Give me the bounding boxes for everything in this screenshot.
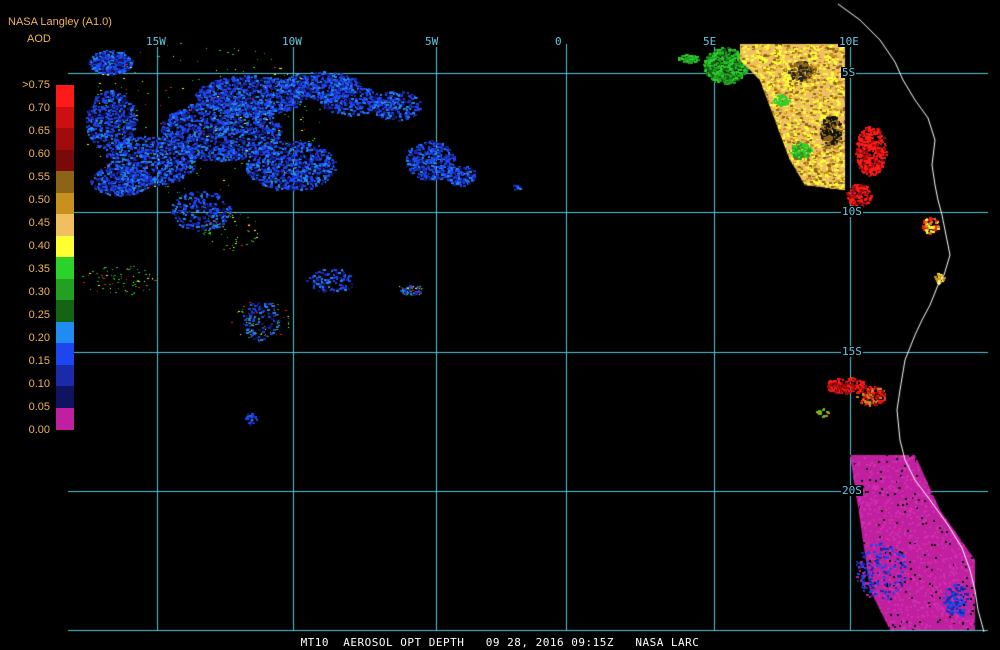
legend-swatch [56, 106, 74, 129]
legend-label: 0.65 [28, 125, 50, 137]
legend-swatch [56, 235, 74, 258]
longitude-label: 10W [281, 35, 303, 48]
legend-swatch [56, 321, 74, 344]
latitude-label: 20S [841, 484, 863, 497]
legend-swatch [56, 85, 74, 107]
legend-label: 0.05 [28, 401, 50, 413]
legend-label: 0.15 [28, 355, 50, 367]
legend-label: 0.00 [28, 424, 50, 436]
longitude-label: 15W [145, 35, 167, 48]
legend-swatch [56, 214, 74, 236]
legend-label: 0.55 [28, 171, 50, 183]
legend-label: >0.75 [22, 79, 50, 91]
legend-label: 0.45 [28, 217, 50, 229]
latitude-label: 15S [841, 345, 863, 358]
longitude-label: 5W [424, 35, 440, 48]
legend-label: 0.25 [28, 309, 50, 321]
longitude-label: 0 [554, 35, 563, 48]
legend-label: 0.50 [28, 194, 50, 206]
legend-label: 0.20 [28, 332, 50, 344]
legend-label: 0.35 [28, 263, 50, 275]
legend-swatch [56, 364, 74, 387]
legend-label: 0.30 [28, 286, 50, 298]
legend-swatch [56, 149, 74, 172]
legend-label: 0.70 [28, 102, 50, 114]
product-label: AOD [27, 33, 51, 45]
legend-swatch [56, 386, 74, 408]
legend-label: 0.40 [28, 240, 50, 252]
legend-label: 0.60 [28, 148, 50, 160]
legend-label: 0.10 [28, 378, 50, 390]
aerosol-map-canvas [0, 0, 1000, 650]
longitude-label: 5E [702, 35, 718, 48]
longitude-label: 10E [838, 35, 860, 48]
legend-swatch [56, 278, 74, 301]
source-label: NASA Langley (A1.0) [8, 16, 112, 28]
legend-swatch [56, 407, 74, 430]
aod-map-view: NASA Langley (A1.0) AOD >0.75 0.70 0.65 0.6… [0, 0, 1000, 650]
image-caption: MT10 AEROSOL OPT DEPTH 09 28, 2016 09:15… [300, 636, 700, 649]
legend-swatch [56, 343, 74, 365]
legend-swatch [56, 171, 74, 193]
latitude-label: 5S [841, 66, 857, 79]
legend-swatch [56, 300, 74, 322]
legend-swatch [56, 192, 74, 215]
latitude-label: 10S [841, 205, 863, 218]
legend-swatch [56, 257, 74, 279]
legend-swatch [56, 128, 74, 150]
